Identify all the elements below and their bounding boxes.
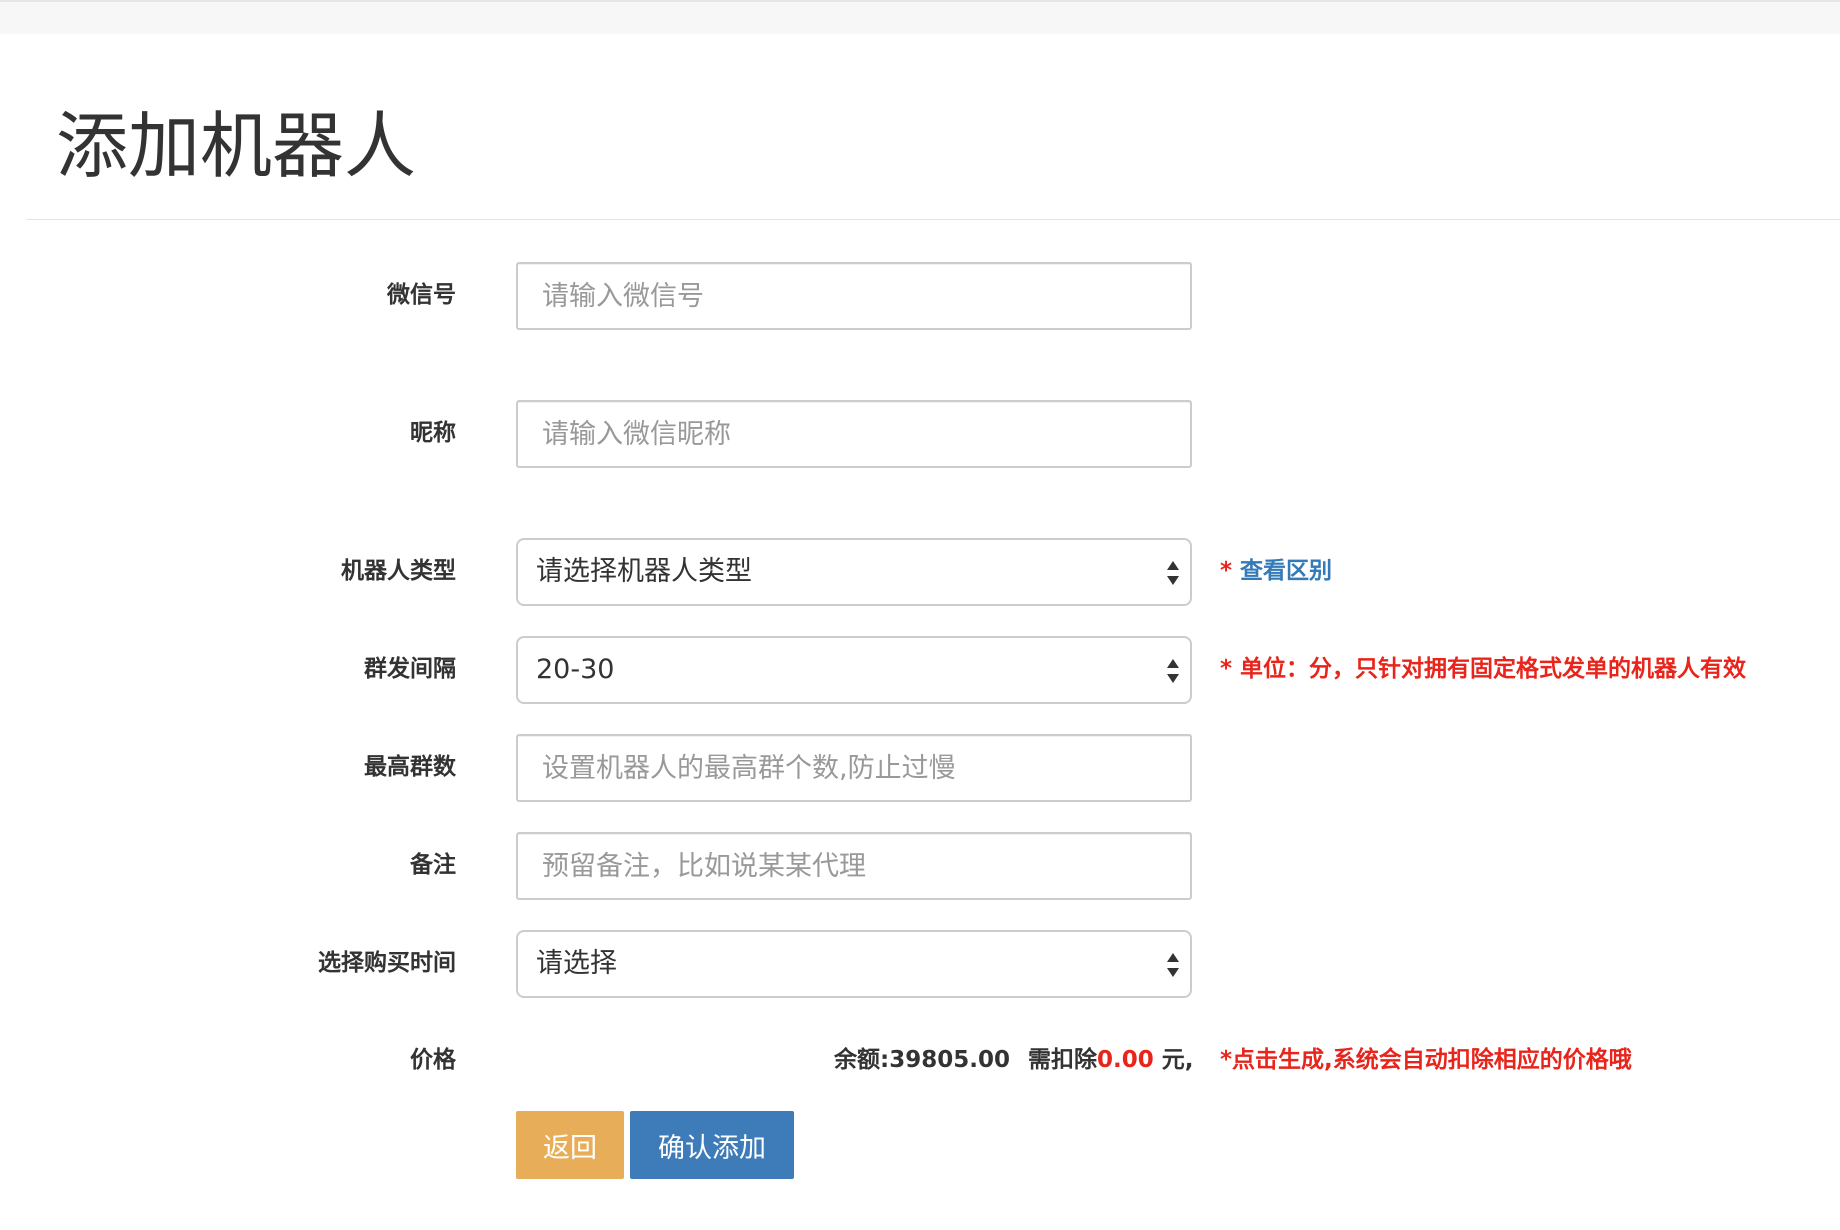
interval-select[interactable]: 20-30 bbox=[516, 636, 1192, 704]
select-arrows-icon bbox=[1167, 561, 1179, 585]
view-difference-link[interactable]: 查看区别 bbox=[1240, 558, 1332, 584]
robot-type-hint-star: * bbox=[1220, 558, 1241, 584]
title-divider bbox=[26, 219, 1840, 220]
interval-label: 群发间隔 bbox=[364, 656, 456, 682]
purchase-time-selected-value: 请选择 bbox=[536, 948, 617, 979]
interval-selected-value: 20-30 bbox=[536, 654, 615, 685]
wechat-id-input[interactable] bbox=[516, 262, 1192, 330]
nickname-input[interactable] bbox=[516, 400, 1192, 468]
robot-type-label: 机器人类型 bbox=[341, 558, 456, 584]
remark-label: 备注 bbox=[410, 852, 456, 878]
max-groups-input[interactable] bbox=[516, 734, 1192, 802]
deduct-amount: 0.00 bbox=[1097, 1047, 1154, 1073]
price-hint: *点击生成,系统会自动扣除相应的价格哦 bbox=[1220, 1047, 1632, 1073]
remark-input[interactable] bbox=[516, 832, 1192, 900]
price-label: 价格 bbox=[410, 1047, 456, 1073]
interval-hint: * 单位：分，只针对拥有固定格式发单的机器人有效 bbox=[1220, 656, 1747, 682]
wechat-id-label: 微信号 bbox=[387, 282, 456, 308]
balance-text: 余额:39805.00 bbox=[834, 1047, 1010, 1073]
deduct-prefix: 需扣除 bbox=[1028, 1047, 1097, 1073]
page-title: 添加机器人 bbox=[56, 104, 417, 188]
select-arrows-icon bbox=[1167, 953, 1179, 977]
deduct-text: 需扣除0.00 元, bbox=[1028, 1045, 1194, 1075]
deduct-suffix: 元, bbox=[1153, 1047, 1194, 1073]
select-arrows-icon bbox=[1167, 659, 1179, 683]
purchase-time-select[interactable]: 请选择 bbox=[516, 930, 1192, 998]
robot-type-select[interactable]: 请选择机器人类型 bbox=[516, 538, 1192, 606]
robot-type-hint: * 查看区别 bbox=[1220, 556, 1332, 586]
confirm-add-button[interactable]: 确认添加 bbox=[630, 1111, 794, 1179]
max-groups-label: 最高群数 bbox=[364, 754, 456, 780]
back-button[interactable]: 返回 bbox=[516, 1111, 624, 1179]
robot-type-selected-value: 请选择机器人类型 bbox=[536, 556, 752, 587]
top-bar bbox=[0, 0, 1840, 34]
purchase-time-label: 选择购买时间 bbox=[318, 950, 456, 976]
nickname-label: 昵称 bbox=[410, 420, 456, 446]
